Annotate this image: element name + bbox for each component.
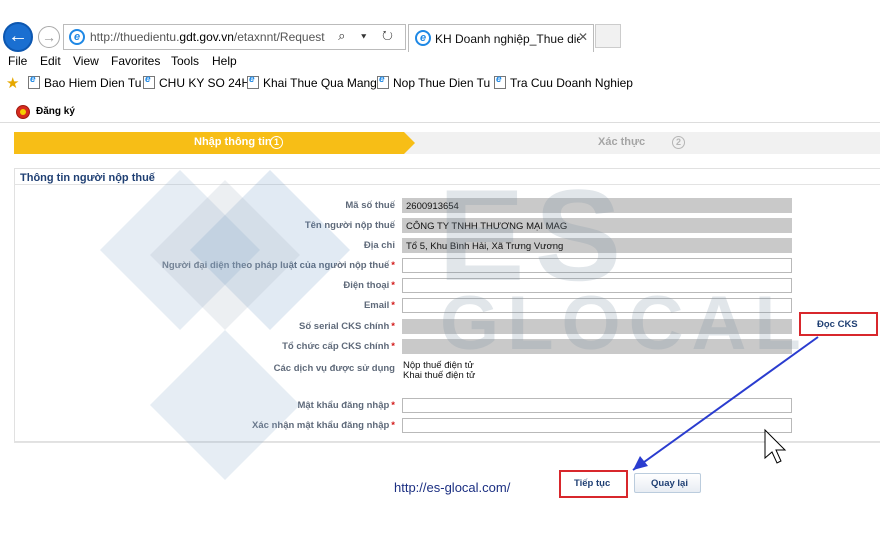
page-icon <box>247 74 259 89</box>
navigation-row: ← → e http://thuedientu.gdt.gov.vn/etaxn… <box>0 20 880 52</box>
favorite-label: Khai Thue Qua Mang <box>263 76 377 90</box>
menu-bar: File Edit View Favorites Tools Help <box>0 52 880 72</box>
browser-tab[interactable]: e KH Doanh nghiệp_Thue die... ✕ <box>408 24 594 52</box>
label-dich-vu: Các dịch vụ được sử dụng <box>273 363 395 374</box>
favorite-item[interactable]: CHU KY SO 24H <box>143 74 251 90</box>
page-icon <box>377 74 389 89</box>
emblem-icon <box>16 105 30 119</box>
menu-tools[interactable]: Tools <box>171 54 199 68</box>
doc-cks-button[interactable]: Đọc CKS <box>799 312 878 336</box>
label-to-chuc: Tổ chức cấp CKS chính * <box>282 341 395 352</box>
address-bar[interactable]: e http://thuedientu.gdt.gov.vn/etaxnnt/R… <box>63 24 406 50</box>
step-arrow <box>404 132 415 154</box>
address-actions-icon[interactable]: ⌕ ▾ ↻ <box>338 28 399 44</box>
tab-favicon-icon: e <box>415 30 431 46</box>
divider <box>0 122 880 123</box>
menu-file[interactable]: File <box>8 54 27 68</box>
label-so-serial: Số serial CKS chính * <box>299 321 395 332</box>
tab-title: KH Doanh nghiệp_Thue die... <box>435 32 580 46</box>
doc-cks-label: Đọc CKS <box>817 319 858 330</box>
page-icon <box>494 74 506 89</box>
url-text[interactable]: http://thuedientu.gdt.gov.vn/etaxnnt/Req… <box>90 30 325 44</box>
watermark-text-glocal: GLOCAL <box>440 281 809 366</box>
back-button[interactable]: ← <box>3 22 33 52</box>
next-button-label: Tiếp tục <box>574 478 611 489</box>
step-2-number: 2 <box>672 136 685 149</box>
label-ma-so-thue: Mã số thuế <box>345 200 395 211</box>
watermark-website: http://es-glocal.com/ <box>394 480 511 495</box>
xac-nhan-mat-khau-input[interactable] <box>402 418 792 433</box>
new-tab-button[interactable] <box>595 24 621 48</box>
url-domain: gdt.gov.vn <box>179 30 234 44</box>
favorites-star-icon[interactable]: ★ <box>6 74 19 92</box>
label-mat-khau: Mật khẩu đăng nhập * <box>297 400 395 411</box>
forward-button[interactable]: → <box>38 26 60 48</box>
mat-khau-input[interactable] <box>402 398 792 413</box>
step-2-label: Xác thực <box>598 136 646 148</box>
label-nguoi-dai-dien: Người đại diện theo pháp luật của người … <box>162 260 395 271</box>
step-bar: Nhập thông tin 1 Xác thực 2 <box>14 132 880 154</box>
favorite-label: Bao Hiem Dien Tu <box>44 76 142 90</box>
favorite-label: Tra Cuu Doanh Nghiep <box>510 76 633 90</box>
step-1-label: Nhập thông tin <box>194 136 272 148</box>
label-dia-chi: Địa chỉ <box>363 240 395 251</box>
menu-edit[interactable]: Edit <box>40 54 61 68</box>
favorite-label: CHU KY SO 24H <box>159 76 251 90</box>
label-xac-nhan: Xác nhận mật khẩu đăng nhập * <box>252 420 395 431</box>
favorite-item[interactable]: Khai Thue Qua Mang <box>247 74 377 90</box>
browser-chrome: ← → e http://thuedientu.gdt.gov.vn/etaxn… <box>0 0 880 100</box>
url-prefix: http://thuedientu. <box>90 30 180 44</box>
label-ten-nnt: Tên người nộp thuế <box>304 220 395 231</box>
favorite-label: Nop Thue Dien Tu <box>393 76 491 90</box>
menu-favorites[interactable]: Favorites <box>111 54 160 68</box>
form-bottom-divider <box>14 442 880 443</box>
step-1-number: 1 <box>270 136 283 149</box>
menu-view[interactable]: View <box>73 54 99 68</box>
page-header-label: Đăng ký <box>36 106 75 117</box>
label-dien-thoai: Điện thoại * <box>343 280 395 291</box>
section-title: Thông tin người nộp thuế <box>20 172 155 184</box>
ie-icon: e <box>69 29 85 45</box>
service-item: Khai thuế điện tử <box>403 370 476 381</box>
back-button-label: Quay lại <box>651 478 688 489</box>
close-icon[interactable]: ✕ <box>578 30 588 44</box>
label-email: Email * <box>363 300 395 311</box>
url-path: /etaxnnt/Request <box>233 30 325 44</box>
back-page-button[interactable]: Quay lại <box>634 473 701 493</box>
favorites-bar: ★ Bao Hiem Dien Tu CHU KY SO 24H Khai Th… <box>0 74 880 94</box>
next-button[interactable]: Tiếp tục <box>559 470 628 498</box>
page-icon <box>28 74 40 89</box>
page-icon <box>143 74 155 89</box>
favorite-item[interactable]: Tra Cuu Doanh Nghiep <box>494 74 633 90</box>
favorite-item[interactable]: Bao Hiem Dien Tu <box>28 74 142 90</box>
menu-help[interactable]: Help <box>212 54 237 68</box>
favorite-item[interactable]: Nop Thue Dien Tu <box>377 74 491 90</box>
